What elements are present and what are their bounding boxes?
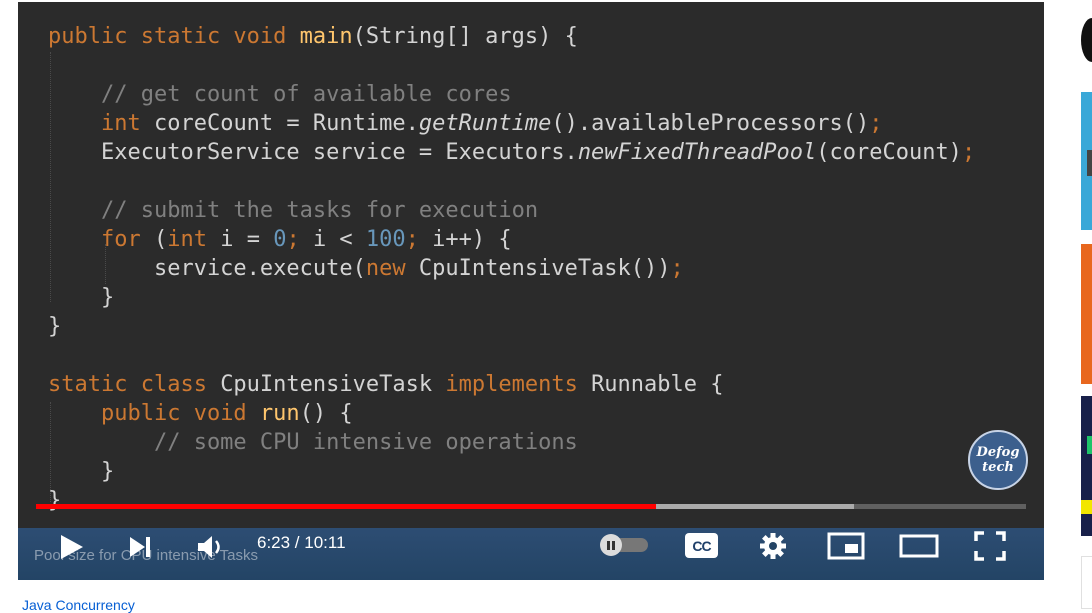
code-line: static class CpuIntensiveTask implements… (48, 370, 975, 399)
video-player[interactable]: public static void main(String[] args) {… (18, 2, 1044, 580)
theater-icon (899, 534, 939, 558)
code-token: Runnable { (591, 372, 724, 397)
code-token: ; (869, 111, 883, 136)
code-token: ; (670, 256, 684, 281)
gear-icon (760, 533, 786, 559)
code-token: (coreCount) (816, 140, 962, 165)
logo-line-2: tech (982, 460, 1014, 475)
channel-watermark-logo[interactable]: Defog tech (968, 430, 1028, 490)
code-token: public static void (48, 24, 300, 49)
code-token: (String[] args) { (352, 24, 578, 49)
play-icon (61, 535, 83, 559)
code-token: } (48, 459, 115, 484)
code-token: main (299, 24, 353, 49)
code-token: coreCount = Runtime. (153, 111, 419, 136)
code-token: implements (445, 372, 592, 397)
code-line: service.execute(new CpuIntensiveTask()); (48, 254, 975, 283)
volume-button[interactable] (194, 532, 228, 562)
code-token: 100 (365, 227, 406, 252)
cc-icon: CC (692, 537, 711, 554)
code-token: public void (100, 401, 260, 426)
code-line: // submit the tasks for execution (48, 196, 975, 225)
code-token: // some CPU intensive operations (48, 430, 578, 455)
code-token: int (167, 227, 221, 252)
code-token: service.execute( (48, 256, 366, 281)
thumbnail-detail (1081, 500, 1092, 514)
code-frame: public static void main(String[] args) {… (48, 22, 975, 515)
code-token: newFixedThreadPool (577, 140, 817, 165)
code-token: CpuIntensiveTask()) (418, 256, 671, 281)
code-token: // get count of available cores (48, 82, 512, 107)
next-icon (130, 537, 150, 557)
avatar[interactable] (1081, 18, 1092, 62)
related-video-thumbnail[interactable] (1081, 92, 1092, 230)
fullscreen-icon (974, 531, 1006, 561)
code-line: } (48, 312, 975, 341)
code-token: () { (299, 401, 353, 426)
code-token: int (100, 111, 154, 136)
code-token: CpuIntensiveTask (220, 372, 446, 397)
code-token: ; (405, 227, 433, 252)
play-button[interactable] (56, 531, 88, 563)
code-token: 0 (273, 227, 287, 252)
code-token: ( (153, 227, 168, 252)
time-display: 6:23 / 10:11 (257, 533, 346, 552)
code-token: i++) { (432, 227, 512, 252)
code-line: public static void main(String[] args) { (48, 22, 975, 51)
code-line: ExecutorService service = Executors.newF… (48, 138, 975, 167)
code-token: ; (286, 227, 313, 252)
progress-bar[interactable] (36, 504, 1026, 509)
code-token: run (259, 401, 300, 426)
code-token: } (48, 285, 115, 310)
theater-mode-button[interactable] (898, 530, 940, 562)
fullscreen-button[interactable] (973, 530, 1007, 562)
code-token: new (365, 256, 419, 281)
code-line: public void run() { (48, 399, 975, 428)
pause-icon (600, 534, 622, 556)
code-line: for (int i = 0; i < 100; i++) { (48, 225, 975, 254)
related-video-card[interactable] (1081, 556, 1092, 609)
code-token: ; (961, 140, 976, 165)
thumbnail-detail (1087, 436, 1092, 454)
code-line: } (48, 457, 975, 486)
code-line: } (48, 486, 975, 515)
code-token: // submit the tasks for execution (48, 198, 539, 223)
logo-line-1: Defog (976, 445, 1020, 460)
next-button[interactable] (125, 532, 155, 562)
code-line: // get count of available cores (48, 80, 975, 109)
autoplay-toggle[interactable] (600, 534, 650, 556)
code-token: ().availableProcessors() (551, 111, 870, 136)
playlist-link[interactable]: Java Concurrency (22, 597, 135, 613)
code-token: static class (48, 372, 221, 397)
code-line: int coreCount = Runtime.getRuntime().ava… (48, 109, 975, 138)
related-video-thumbnail[interactable] (1081, 244, 1092, 384)
settings-button[interactable] (757, 530, 789, 562)
code-token: ExecutorService service = Executors. (48, 140, 578, 165)
progress-played (36, 504, 656, 509)
code-token: i = (220, 227, 274, 252)
related-video-thumbnail[interactable] (1081, 396, 1092, 536)
code-token: } (48, 314, 62, 339)
code-token: getRuntime (418, 111, 552, 136)
code-token: i < (312, 227, 366, 252)
miniplayer-icon (827, 532, 865, 560)
code-line: } (48, 283, 975, 312)
code-line: // some CPU intensive operations (48, 428, 975, 457)
miniplayer-button[interactable] (826, 530, 866, 562)
thumbnail-detail (1087, 150, 1092, 176)
subtitles-button[interactable]: CC (685, 533, 718, 558)
code-token: for (100, 227, 154, 252)
code-token: } (48, 488, 62, 513)
volume-icon (198, 536, 220, 558)
